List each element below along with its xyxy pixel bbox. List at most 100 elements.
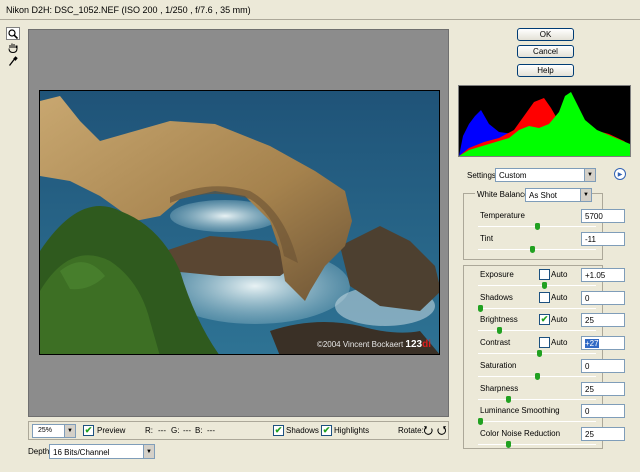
shadows-slider-track[interactable]: [478, 308, 596, 309]
rotate-left-icon[interactable]: [423, 425, 434, 436]
check-icon: ✔: [540, 314, 549, 324]
color-noise-reduction-slider-thumb[interactable]: [506, 441, 512, 448]
preview-label: Preview: [97, 426, 126, 435]
shadows-clip-checkbox[interactable]: ✔: [273, 425, 284, 436]
hand-tool[interactable]: [6, 41, 20, 54]
temperature-value: 5700: [585, 212, 603, 221]
white-balance-select[interactable]: As Shot ▼: [525, 188, 592, 202]
brightness-input[interactable]: 25: [581, 313, 625, 327]
preview-image: ©2004 Vincent Bockaert 123di: [39, 90, 440, 355]
luminance-smoothing-slider-track[interactable]: [478, 421, 596, 422]
exposure-auto-checkbox[interactable]: [539, 269, 550, 280]
highlights-clip-label: Highlights: [334, 426, 370, 435]
b-label: B:: [195, 426, 203, 435]
sharpness-label: Sharpness: [480, 384, 519, 393]
shadows-clip-label: Shadows: [286, 426, 319, 435]
tint-slider-thumb[interactable]: [529, 246, 535, 253]
saturation-slider-thumb[interactable]: [534, 373, 540, 380]
highlights-clip-checkbox[interactable]: ✔: [321, 425, 332, 436]
preview-area[interactable]: ©2004 Vincent Bockaert 123di: [28, 29, 449, 417]
cancel-button[interactable]: Cancel: [517, 45, 574, 58]
brightness-slider-track[interactable]: [478, 330, 596, 331]
tool-strip: [6, 27, 26, 69]
check-icon: ✔: [322, 425, 331, 435]
chevron-down-icon[interactable]: ▼: [64, 425, 75, 437]
preview-checkbox[interactable]: ✔: [83, 425, 94, 436]
contrast-label: Contrast: [480, 338, 511, 347]
luminance-smoothing-input[interactable]: 0: [581, 404, 625, 418]
exposure-value: +1.05: [585, 271, 606, 280]
play-arrow-icon: ▶: [617, 171, 623, 178]
sharpness-input[interactable]: 25: [581, 382, 625, 396]
window-title: Nikon D2H: DSC_1052.NEF (ISO 200 , 1/250…: [0, 0, 640, 20]
zoom-select[interactable]: 25% ▼: [32, 424, 76, 438]
preview-status-bar: 25% ▼ ✔ Preview R: --- G: --- B: --- ✔ S…: [28, 421, 449, 440]
r-value: ---: [158, 426, 166, 435]
temperature-input[interactable]: 5700: [581, 209, 625, 223]
sharpness-slider-thumb[interactable]: [506, 396, 512, 403]
luminance-smoothing-label: Luminance Smoothing: [480, 406, 560, 415]
g-value: ---: [183, 426, 191, 435]
sharpness-value: 25: [585, 385, 594, 394]
help-button[interactable]: Help: [517, 64, 574, 77]
saturation-label: Saturation: [480, 361, 517, 370]
exposure-input[interactable]: +1.05: [581, 268, 625, 282]
color-noise-reduction-label: Color Noise Reduction: [480, 429, 561, 438]
watermark-text: ©2004 Vincent Bockaert: [316, 340, 404, 349]
luminance-smoothing-slider-thumb[interactable]: [478, 418, 483, 425]
watermark: ©2004 Vincent Bockaert 123di: [317, 339, 431, 350]
shadows-slider-thumb[interactable]: [478, 305, 483, 312]
check-icon: ✔: [274, 425, 283, 435]
zoom-icon: [8, 28, 18, 39]
b-value: ---: [207, 426, 215, 435]
brightness-slider-thumb[interactable]: [497, 327, 503, 334]
histogram: [458, 85, 631, 157]
shadows-auto-checkbox[interactable]: [539, 292, 550, 303]
chevron-down-icon[interactable]: ▼: [584, 169, 595, 181]
saturation-input[interactable]: 0: [581, 359, 625, 373]
color-noise-reduction-input[interactable]: 25: [581, 427, 625, 441]
settings-label: Settings:: [467, 171, 499, 180]
settings-menu-button[interactable]: ▶: [614, 168, 626, 180]
brightness-auto-checkbox[interactable]: ✔: [539, 314, 550, 325]
brightness-value: 25: [585, 316, 594, 325]
exposure-label: Exposure: [480, 270, 514, 279]
shadows-label: Shadows: [480, 293, 513, 302]
depth-select[interactable]: 16 Bits/Channel ▼: [49, 444, 155, 459]
shadows-input[interactable]: 0: [581, 291, 625, 305]
contrast-auto-label: Auto: [551, 338, 568, 347]
contrast-slider-thumb[interactable]: [536, 350, 542, 357]
tint-slider-track[interactable]: [478, 249, 596, 250]
sharpness-slider-track[interactable]: [478, 399, 596, 400]
settings-select[interactable]: Custom ▼: [495, 168, 596, 182]
white-balance-value: As Shot: [529, 191, 558, 200]
tint-label: Tint: [480, 234, 494, 243]
tint-input[interactable]: -11: [581, 232, 625, 246]
shadows-auto-label: Auto: [551, 293, 568, 302]
depth-value: 16 Bits/Channel: [53, 448, 110, 457]
chevron-down-icon[interactable]: ▼: [580, 189, 591, 201]
contrast-input[interactable]: +27: [581, 336, 625, 350]
rotate-right-icon[interactable]: [436, 425, 447, 436]
tint-value: -11: [585, 235, 596, 244]
color-noise-reduction-slider-track[interactable]: [478, 444, 596, 445]
color-noise-reduction-value: 25: [585, 430, 594, 439]
brightness-auto-label: Auto: [551, 315, 568, 324]
chevron-down-icon[interactable]: ▼: [143, 445, 154, 458]
temperature-slider-thumb[interactable]: [534, 223, 540, 230]
zoom-value: 25%: [38, 427, 53, 434]
hand-icon: [8, 43, 18, 53]
zoom-tool[interactable]: [6, 27, 20, 40]
contrast-auto-checkbox[interactable]: [539, 337, 550, 348]
watermark-logo: 123di: [405, 339, 431, 350]
luminance-smoothing-value: 0: [585, 407, 590, 416]
r-label: R:: [145, 426, 153, 435]
brightness-label: Brightness: [480, 315, 518, 324]
eyedropper-tool[interactable]: [6, 55, 20, 68]
exposure-slider-track[interactable]: [478, 285, 596, 286]
rotate-label: Rotate:: [398, 426, 424, 435]
ok-button[interactable]: OK: [517, 28, 574, 41]
shadows-value: 0: [585, 294, 590, 303]
g-label: G:: [171, 426, 180, 435]
temperature-label: Temperature: [480, 211, 525, 220]
